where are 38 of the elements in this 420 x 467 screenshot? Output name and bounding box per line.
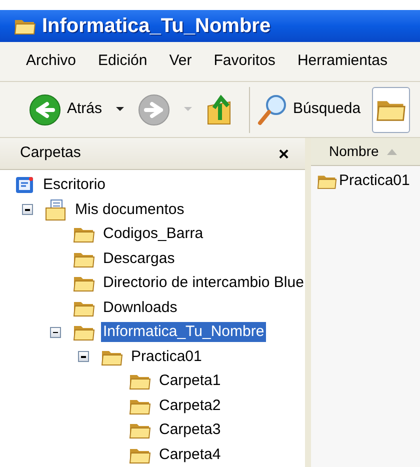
tree-item[interactable]: Practica01 (129, 346, 204, 367)
close-button[interactable]: × (278, 144, 289, 162)
collapse-toggle[interactable] (78, 351, 89, 362)
tree-item[interactable]: Carpeta2 (157, 396, 223, 416)
desktop-icon (15, 175, 35, 196)
pane-title: Carpetas (20, 143, 81, 164)
menu-item[interactable]: Herramientas (297, 50, 388, 73)
folder-icon (129, 421, 151, 440)
tree-item[interactable]: Codigos_Barra (101, 224, 206, 244)
tree-item[interactable]: Downloads (101, 298, 180, 318)
search-button[interactable]: Búsqueda (254, 86, 364, 132)
tree-item[interactable]: Carpeta1 (157, 371, 223, 392)
tree-item[interactable]: Directorio de intercambio Blue (101, 273, 306, 294)
folder-icon (73, 274, 95, 292)
tree-item[interactable]: Mis documentos (73, 200, 186, 220)
menu-item[interactable]: Archivo (26, 50, 76, 73)
tree-item[interactable]: Carpeta3 (157, 420, 223, 440)
window-title: Informatica_Tu_Nombre (42, 14, 271, 39)
menu-item[interactable]: Edición (98, 50, 148, 73)
collapse-toggle[interactable] (50, 326, 61, 338)
folder-icon (73, 225, 95, 244)
menu-item[interactable]: Favoritos (214, 50, 276, 73)
tree-item[interactable]: Informatica_Tu_Nombre (101, 322, 266, 342)
folder-icon (129, 372, 151, 390)
menu-item[interactable]: Ver (169, 50, 192, 73)
folders-button[interactable] (372, 86, 410, 132)
search-icon (257, 94, 288, 126)
documents-folder-icon (45, 198, 67, 221)
tree-item[interactable]: Escritorio (41, 175, 108, 196)
back-button[interactable]: Atrás (26, 86, 128, 132)
folder-icon (317, 172, 337, 190)
tree-item[interactable]: Carpeta4 (157, 444, 223, 465)
tree-item[interactable]: Descargas (101, 248, 177, 269)
file-name[interactable]: Practica01 (339, 170, 410, 192)
collapse-toggle[interactable] (22, 204, 33, 216)
dropdown-caret-icon (116, 107, 124, 112)
folder-icon (73, 323, 95, 342)
dropdown-caret-icon (184, 107, 192, 112)
